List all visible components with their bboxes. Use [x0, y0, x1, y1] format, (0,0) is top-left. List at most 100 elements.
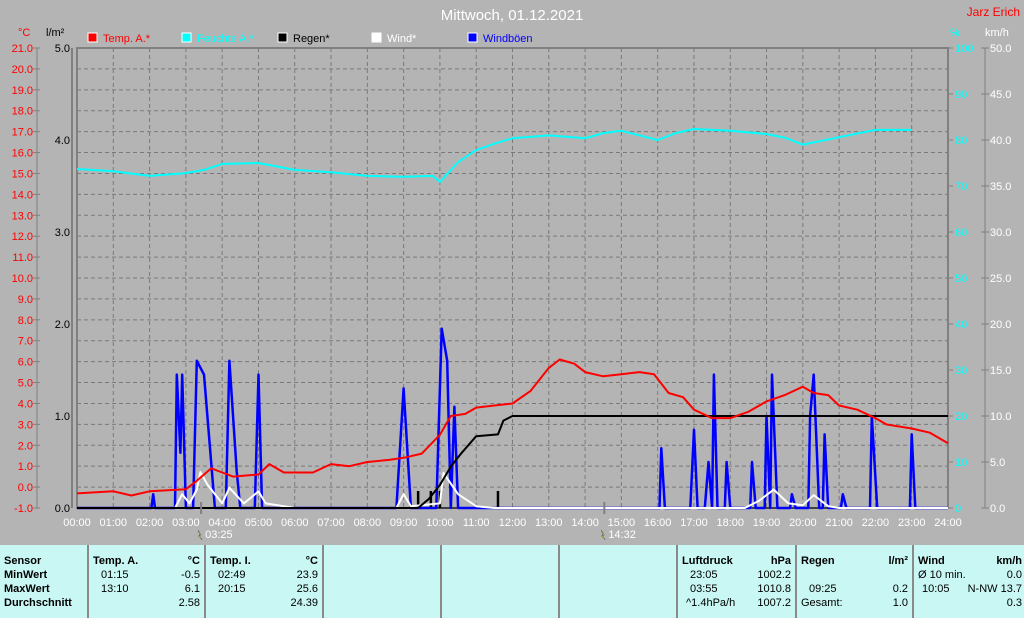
temp-i-max-time: 20:15 [218, 583, 246, 595]
rain-tick-label: 3.0 [55, 227, 70, 239]
x-tick-label: 08:00 [354, 517, 382, 529]
temp-i-avg: 24.39 [290, 597, 318, 609]
temp-tick-label: 20.0 [12, 64, 33, 76]
temp-a-max: 6.1 [184, 583, 200, 595]
legend-swatch [371, 32, 382, 43]
humidity-tick-label: 10 [955, 457, 967, 469]
empty-column [560, 545, 678, 618]
legend-label: Feuchte A.* [197, 33, 255, 45]
avg-label: Durchschnitt [4, 597, 72, 609]
temp-i-min-time: 02:49 [218, 569, 246, 581]
temp-tick-label: 11.0 [12, 252, 33, 264]
wind-tick-label: 10.0 [990, 411, 1011, 423]
x-tick-label: 15:00 [608, 517, 636, 529]
pressure-min: 1002.2 [757, 569, 791, 581]
rain-tick-label: 0.0 [55, 503, 70, 515]
x-tick-label: 00:00 [63, 517, 91, 529]
wind-unit: km/h [985, 27, 1009, 39]
temp-unit: °C [18, 27, 30, 39]
sensor-label: Sensor [4, 555, 42, 567]
rain-total: 1.0 [892, 597, 908, 609]
humidity-tick-label: 0 [955, 503, 961, 515]
wind-max-time: 10:05 [922, 583, 950, 595]
temp-tick-label: 19.0 [12, 85, 33, 97]
x-tick-label: 09:00 [390, 517, 418, 529]
temp-tick-label: 8.0 [18, 315, 33, 327]
temp-tick-label: 16.0 [12, 148, 33, 160]
rain-unit: l/m² [888, 555, 908, 567]
label-column: Sensor MinWert MaxWert Durchschnitt [0, 545, 89, 618]
x-tick-label: 18:00 [716, 517, 744, 529]
x-tick-label: 07:00 [317, 517, 345, 529]
x-tick-label: 23:00 [898, 517, 926, 529]
legend: Temp. A.* Feuchte A.* Regen* Wind* Windböen [87, 32, 533, 45]
pressure-avg: 1007.2 [757, 597, 791, 609]
legend-swatch [277, 32, 288, 43]
wind-column: Wind km/h Ø 10 min. 0.0 10:05 N-NW 13.7 0.3 [914, 545, 1024, 618]
temp-a-unit: °C [187, 555, 200, 567]
wind-tick-label: 5.0 [990, 457, 1005, 469]
chart-title: Mittwoch, 01.12.2021 [441, 7, 584, 24]
rain-column: Regen l/m² 09:25 0.2 Gesamt: 1.0 [797, 545, 914, 618]
x-tick-label: 19:00 [753, 517, 781, 529]
rain-header: Regen [801, 555, 835, 567]
humidity-tick-label: 60 [955, 227, 967, 239]
humidity-tick-label: 50 [955, 273, 967, 285]
x-tick-label: 13:00 [535, 517, 563, 529]
temp-i-column: Temp. I. °C 02:49 23.9 20:15 25.6 24.39 [206, 545, 324, 618]
x-tick-label: 05:00 [245, 517, 273, 529]
x-tick-label: 03:00 [172, 517, 200, 529]
humidity-tick-label: 90 [955, 89, 967, 101]
legend-label: Regen* [293, 33, 330, 45]
wind-tick-label: 25.0 [990, 273, 1011, 285]
wind-mean: 0.3 [1006, 597, 1022, 609]
temp-tick-label: 0.0 [18, 482, 33, 494]
temp-a-min-time: 01:15 [101, 569, 129, 581]
rain-tick-label: 2.0 [55, 319, 70, 331]
sunset-icon [600, 529, 606, 541]
marker-time: 14:32 [608, 529, 636, 541]
temp-tick-label: 7.0 [18, 336, 33, 348]
x-tick-label: 12:00 [499, 517, 527, 529]
temp-a-header: Temp. A. [93, 555, 139, 567]
wind-tick-label: 15.0 [990, 365, 1011, 377]
x-tick-label: 11:00 [463, 517, 490, 529]
rain-max-time: 09:25 [809, 583, 837, 595]
temp-tick-label: 13.0 [12, 210, 33, 222]
sunrise-icon [197, 529, 203, 541]
temp-a-avg: 2.58 [178, 597, 200, 609]
empty-column [324, 545, 442, 618]
x-tick-label: 06:00 [281, 517, 309, 529]
temp-tick-label: 17.0 [12, 127, 33, 139]
humidity-tick-label: 100 [955, 43, 973, 55]
temp-tick-label: 3.0 [18, 419, 33, 431]
wind-tick-label: 45.0 [990, 89, 1011, 101]
x-tick-label: 14:00 [571, 517, 599, 529]
pressure-header: Luftdruck [682, 555, 733, 567]
wind-tick-label: 35.0 [990, 181, 1011, 193]
wind-avg-label: Ø 10 min. [918, 569, 966, 581]
rain-tick-label: 4.0 [55, 135, 70, 147]
temp-tick-label: 15.0 [12, 168, 33, 180]
wind-tick-label: 40.0 [990, 135, 1011, 147]
x-tick-label: 04:00 [208, 517, 236, 529]
humidity-tick-label: 80 [955, 135, 967, 147]
rain-max: 0.2 [892, 583, 908, 595]
empty-column [442, 545, 560, 618]
humidity-tick-label: 30 [955, 365, 967, 377]
wind-max: N-NW 13.7 [967, 583, 1022, 595]
x-tick-label: 22:00 [862, 517, 890, 529]
temp-tick-label: 10.0 [12, 273, 33, 285]
wind-tick-label: 30.0 [990, 227, 1011, 239]
temp-i-max: 25.6 [296, 583, 318, 595]
x-tick-label: 24:00 [934, 517, 962, 529]
wind-header: Wind [918, 555, 945, 567]
x-tick-label: 21:00 [825, 517, 853, 529]
pressure-column: Luftdruck hPa 23:05 1002.2 03:55 1010.8 ^1.… [678, 545, 797, 618]
legend-label: Wind* [387, 33, 417, 45]
wind-tick-label: 0.0 [990, 503, 1005, 515]
wind-tick-label: 50.0 [990, 43, 1011, 55]
temp-tick-label: 1.0 [18, 461, 33, 473]
wind-tick-label: 20.0 [990, 319, 1011, 331]
pressure-max: 1010.8 [757, 583, 791, 595]
